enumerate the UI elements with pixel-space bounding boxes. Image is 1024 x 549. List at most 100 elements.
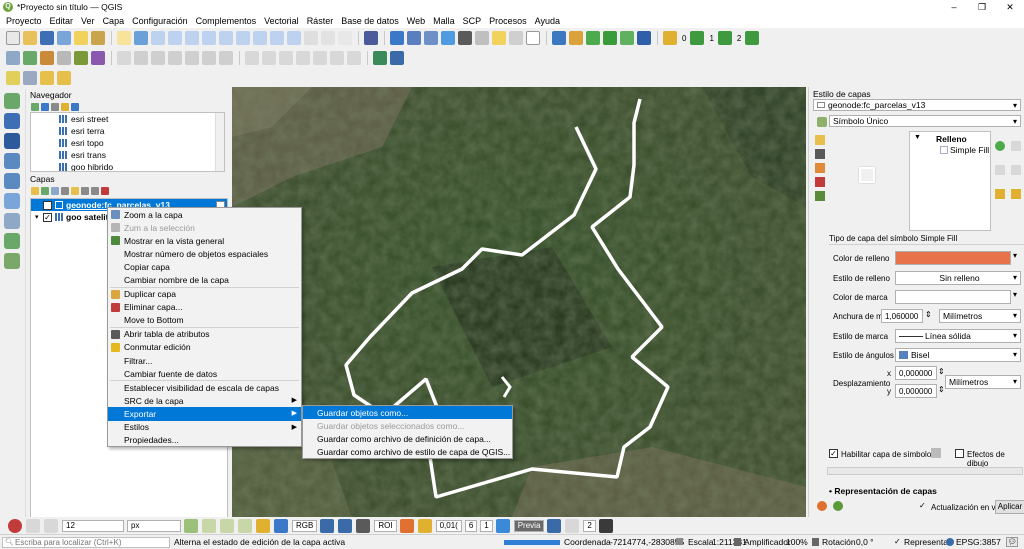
refresh-icon[interactable] xyxy=(338,31,352,45)
rotation-value[interactable]: 0,0 ° xyxy=(856,537,874,547)
digitize-icon[interactable] xyxy=(74,51,88,65)
add-wfs-icon[interactable] xyxy=(4,213,20,229)
undo-icon[interactable] xyxy=(202,51,216,65)
tracing-icon-4[interactable] xyxy=(238,518,252,533)
messages-icon[interactable]: 💬︎ xyxy=(1006,537,1018,547)
magnet-icon[interactable] xyxy=(8,518,22,533)
select-by-value-icon[interactable] xyxy=(23,71,37,85)
menu-ayuda[interactable]: Ayuda xyxy=(531,16,564,26)
ctx-item-copiar-capa[interactable]: Copiar capa xyxy=(108,260,301,273)
preview-button[interactable]: Previa xyxy=(513,519,545,532)
scp-band-icon[interactable] xyxy=(663,31,677,45)
live-update-checkbox[interactable]: ✓ xyxy=(919,502,928,511)
offset-x-input[interactable]: 0,000000 xyxy=(895,366,937,380)
scp-value-3[interactable]: 1 xyxy=(480,519,493,532)
menu-ver[interactable]: Ver xyxy=(77,16,99,26)
browser-info-icon[interactable] xyxy=(71,102,79,111)
ctx-item-src-de-la-capa[interactable]: SRC de la capa ▶ xyxy=(108,394,301,407)
map-tips-icon[interactable] xyxy=(492,31,506,45)
layout-manager-icon[interactable] xyxy=(91,31,105,45)
layer-visibility-checkbox[interactable]: ✓ xyxy=(43,212,52,222)
font-size-input[interactable]: 12 xyxy=(62,519,124,532)
scp-pointer-icon[interactable] xyxy=(547,518,562,533)
remove-layer-icon[interactable] xyxy=(101,187,109,195)
label-show-icon[interactable] xyxy=(279,51,293,65)
delete-selected-icon[interactable] xyxy=(134,51,148,65)
stroke-width-spin-icon[interactable]: ⇕ xyxy=(925,310,932,319)
spin-2[interactable]: 1 xyxy=(709,34,713,43)
stroke-style-combo[interactable]: Línea sólida xyxy=(895,329,1021,343)
label-tool-icon[interactable] xyxy=(245,51,259,65)
pan-icon[interactable] xyxy=(117,31,131,45)
ctx-item-eliminar-capa[interactable]: Eliminar capa... xyxy=(108,301,301,314)
next-icon-1[interactable] xyxy=(690,31,705,45)
filter-legend-icon[interactable] xyxy=(61,187,69,195)
menu-procesos[interactable]: Procesos xyxy=(485,16,531,26)
scp-value-2[interactable]: 6 xyxy=(464,519,478,532)
browser-item[interactable]: esri topo xyxy=(31,137,224,149)
tracing-icon-2[interactable] xyxy=(202,518,216,533)
snapping-icon[interactable] xyxy=(26,518,40,533)
panel-hscrollbar[interactable] xyxy=(827,467,1023,475)
offset-y-spin-icon[interactable]: ⇕ xyxy=(938,385,945,394)
export-item-1[interactable]: Guardar objetos seleccionados como... xyxy=(303,419,512,432)
ctx-item-conmutar-edici-n[interactable]: Conmutar edición xyxy=(108,341,301,354)
ctx-item-duplicar-capa[interactable]: Duplicar capa xyxy=(108,288,301,301)
enable-layer-checkbox[interactable]: ✓ xyxy=(829,449,838,458)
zoom-in-icon[interactable] xyxy=(151,31,165,45)
magnifier-value[interactable]: 100% xyxy=(786,537,808,547)
ctx-item-establecer-visibilidad-de-escala-de-capas[interactable]: Establecer visibilidad de escala de capa… xyxy=(108,381,301,394)
open-attribute-table-icon[interactable] xyxy=(407,31,421,45)
ctx-item-cambiar-nombre-de-la-capa[interactable]: Cambiar nombre de la capa xyxy=(108,273,301,286)
data-source-icon[interactable] xyxy=(6,51,20,65)
minimize-button[interactable]: – xyxy=(940,0,968,14)
style-layer-icon[interactable] xyxy=(31,187,39,195)
preview-zoom-icon[interactable] xyxy=(495,518,510,533)
zoom-out-icon[interactable] xyxy=(168,31,182,45)
menu-editar[interactable]: Editar xyxy=(46,16,78,26)
stroke-width-unit-combo[interactable]: Milímetros xyxy=(939,309,1021,323)
scp-input-icon[interactable] xyxy=(256,518,270,533)
measure-icon[interactable] xyxy=(475,31,489,45)
add-virtual-icon[interactable] xyxy=(4,253,20,269)
copy-features-icon[interactable] xyxy=(168,51,182,65)
font-unit-combo[interactable]: px xyxy=(127,519,181,532)
duplicate-symbol-layer-icon[interactable] xyxy=(995,189,1005,199)
offset-x-spin-icon[interactable]: ⇕ xyxy=(938,367,945,376)
scp-show-icon[interactable] xyxy=(320,518,335,533)
ctx-item-exportar[interactable]: Exportar ▶ xyxy=(108,407,301,421)
browser-refresh-icon[interactable] xyxy=(41,102,49,111)
ctx-item-zum-a-la-selecci-n[interactable]: Zum a la selección xyxy=(108,221,301,234)
pan-to-selection-icon[interactable] xyxy=(134,31,148,45)
cut-icon[interactable] xyxy=(151,51,165,65)
plugin-icon-4[interactable] xyxy=(603,31,617,45)
zoom-full-icon[interactable] xyxy=(202,31,216,45)
deselect-icon[interactable] xyxy=(40,71,54,85)
expand-icon[interactable]: ▾ xyxy=(35,213,43,221)
spin-1[interactable]: 0 xyxy=(682,34,686,43)
ctx-item-mostrar-n-mero-de-objetos-espaciales[interactable]: Mostrar número de objetos espaciales xyxy=(108,247,301,260)
python-console-icon[interactable] xyxy=(364,31,378,45)
browser-tree[interactable]: esri street esri terra esri topo esri trans… xyxy=(30,112,225,172)
locator-input[interactable] xyxy=(15,538,165,547)
add-raster-layer-icon[interactable] xyxy=(4,113,20,129)
scale-lock-icon[interactable] xyxy=(734,538,741,546)
roi-button[interactable]: ROI xyxy=(374,519,397,532)
open-project-icon[interactable] xyxy=(23,31,37,45)
coordinate-value[interactable]: -7214774,-2830855 xyxy=(610,537,684,547)
crs-globe-icon[interactable] xyxy=(946,538,954,546)
menu-vectorial[interactable]: Vectorial xyxy=(260,16,303,26)
add-wms-icon[interactable] xyxy=(4,193,20,209)
plugin-icon-5[interactable] xyxy=(620,31,634,45)
ctx-item-filtrar[interactable]: Filtrar... xyxy=(108,354,301,367)
zoom-last-icon[interactable] xyxy=(270,31,284,45)
labels-tab-icon[interactable] xyxy=(815,149,825,159)
add-layer-icon[interactable] xyxy=(91,51,105,65)
3d-tab-icon[interactable] xyxy=(815,177,825,187)
rgb-combo[interactable]: RGB xyxy=(292,519,318,532)
save-project-icon[interactable] xyxy=(40,31,54,45)
stroke-color-dropdown-icon[interactable]: ▾ xyxy=(1013,290,1022,304)
tracing-icon-1[interactable] xyxy=(184,518,198,533)
save-as-icon[interactable] xyxy=(57,31,71,45)
expand-all-icon[interactable] xyxy=(81,187,89,195)
